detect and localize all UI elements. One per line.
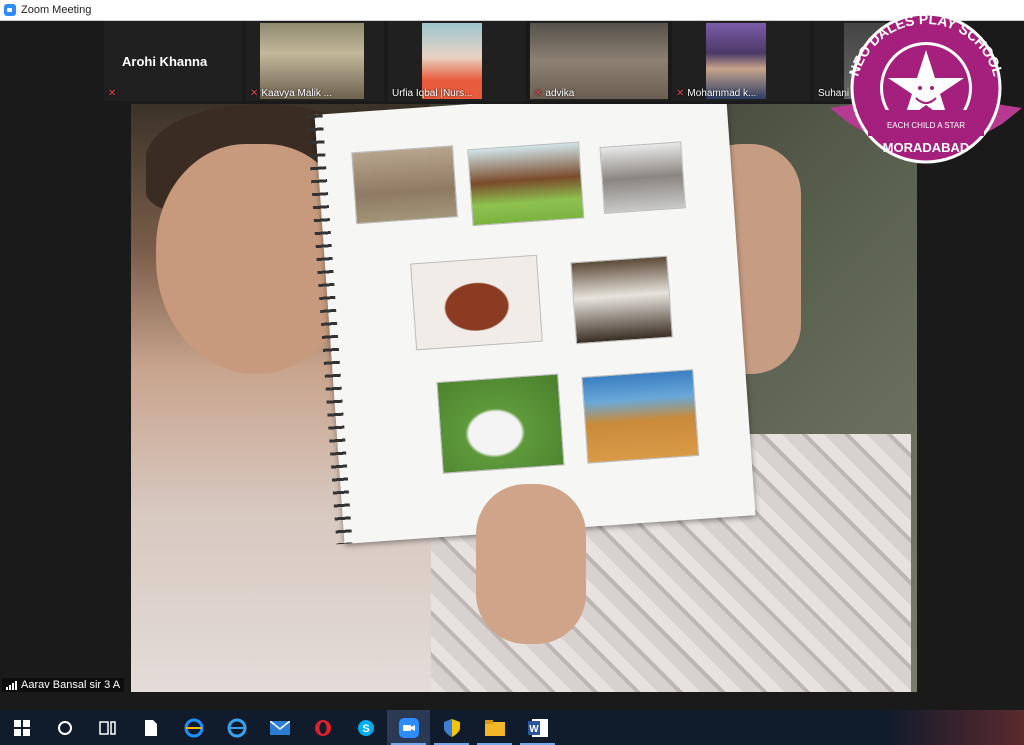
opera-icon[interactable] — [301, 710, 344, 745]
participant-gallery: Arohi Khanna ✕ ✕ Kaavya Malik ... Urfia … — [104, 21, 904, 101]
svg-text:S: S — [362, 723, 369, 735]
participant-tile[interactable]: ✕ Kaavya Malik ... — [246, 21, 384, 101]
rat-picture — [410, 254, 543, 351]
search-circle-icon[interactable] — [43, 710, 86, 745]
word-icon[interactable]: W — [516, 710, 559, 745]
file-icon[interactable] — [129, 710, 172, 745]
participant-name: Kaavya Malik ... — [261, 88, 332, 99]
goat-picture — [351, 145, 458, 225]
task-view-icon[interactable] — [86, 710, 129, 745]
mic-muted-icon: ✕ — [250, 88, 259, 99]
participant-name: advika — [545, 88, 575, 99]
svg-text:W: W — [529, 724, 539, 735]
mic-muted-icon: ✕ — [108, 88, 117, 99]
signal-strength-icon — [6, 680, 17, 690]
windows-start-icon[interactable] — [0, 710, 43, 745]
mail-icon[interactable] — [258, 710, 301, 745]
participant-tile[interactable]: Arohi Khanna ✕ — [104, 21, 242, 101]
shield-icon[interactable] — [430, 710, 473, 745]
school-city: MORADABAD — [883, 140, 970, 155]
edge-icon[interactable] — [172, 710, 215, 745]
taskbar: S W — [0, 710, 1024, 745]
active-speaker-name: Aarav Bansal sir 3 A — [21, 679, 121, 691]
donkey-picture — [599, 141, 686, 214]
file-explorer-icon[interactable] — [473, 710, 516, 745]
active-speaker-label: Aarav Bansal sir 3 A — [2, 678, 125, 692]
participant-name: Mohammad k... — [687, 88, 757, 99]
mic-muted-icon: ✕ — [534, 88, 543, 99]
school-tagline: EACH CHILD A STAR — [887, 121, 965, 130]
participant-tile[interactable]: ✕ Mohammad k... — [672, 21, 810, 101]
taskbar-empty-area — [559, 710, 1024, 745]
picture-book — [306, 104, 756, 545]
school-logo-watermark: NEO DALES PLAY SCHOOL EACH CHILD A STAR … — [830, 11, 1022, 164]
participant-tile[interactable]: ✕ advika — [530, 21, 668, 101]
participant-name-large: Arohi Khanna — [122, 54, 208, 69]
participant-tile[interactable]: Urfia Iqbal |Nurs... — [388, 21, 526, 101]
zoom-icon[interactable] — [387, 710, 430, 745]
camel-picture — [581, 369, 700, 464]
rabbit-picture — [436, 373, 565, 474]
ie-icon[interactable] — [215, 710, 258, 745]
window-title: Zoom Meeting — [21, 4, 92, 16]
mic-muted-icon: ✕ — [676, 88, 685, 99]
holding-hand — [476, 484, 586, 644]
skype-icon[interactable]: S — [344, 710, 387, 745]
zoom-app-icon — [4, 4, 16, 16]
horse-picture — [467, 141, 585, 227]
main-speaker-video — [131, 104, 917, 692]
sheep-picture — [570, 255, 673, 345]
participant-name: Urfia Iqbal |Nurs... — [392, 88, 473, 99]
